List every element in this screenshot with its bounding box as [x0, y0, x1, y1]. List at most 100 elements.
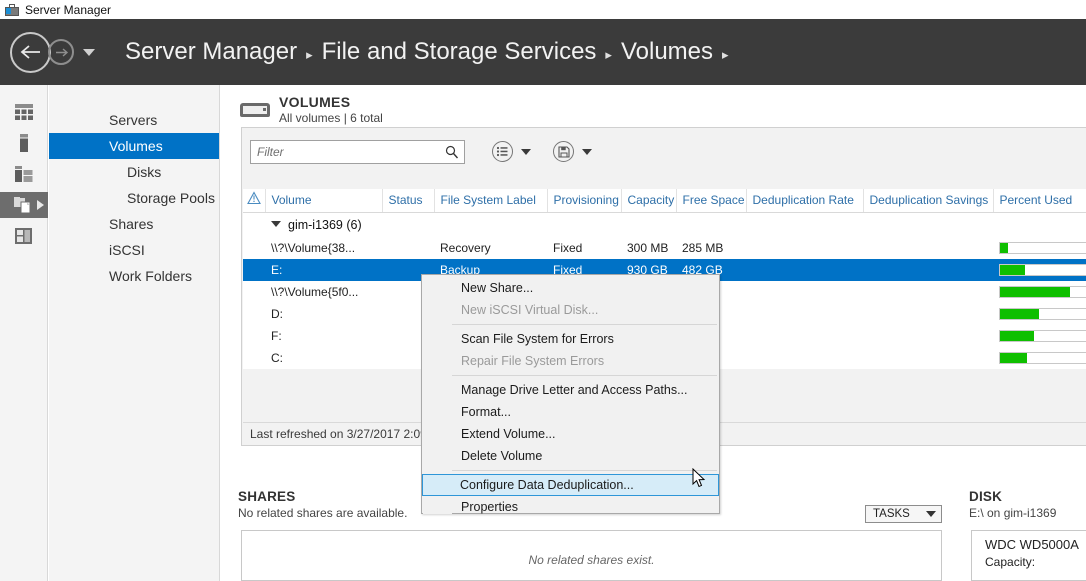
cell-volume: F:: [265, 325, 382, 347]
context-menu-item-new-share[interactable]: New Share...: [423, 277, 718, 299]
context-menu-item-manage-drive-letter-and-access-paths[interactable]: Manage Drive Letter and Access Paths...: [423, 379, 718, 401]
column-header-percent-used[interactable]: Percent Used: [993, 189, 1086, 213]
cell-deduplication-rate: [746, 281, 863, 303]
table-header-row: Volume Status File System Label Provisio…: [243, 189, 1086, 213]
cell-deduplication-rate: [746, 237, 863, 259]
rail-expand-arrow-icon[interactable]: [37, 200, 44, 210]
list-view-icon[interactable]: [492, 141, 513, 162]
cell-deduplication-savings: [863, 259, 993, 281]
local-server-icon[interactable]: [0, 130, 48, 156]
sidebar-item-storage-pools[interactable]: Storage Pools: [49, 185, 219, 211]
percent-used-bar: [999, 352, 1086, 364]
sidebar-item-work-folders[interactable]: Work Folders: [49, 263, 219, 289]
disk-section-header: DISK E:\ on gim-i1369: [969, 489, 1056, 520]
context-menu-item-scan-file-system-for-errors[interactable]: Scan File System for Errors: [423, 328, 718, 350]
table-group-row[interactable]: gim-i1369 (6): [243, 213, 1086, 237]
cell-volume: C:: [265, 347, 382, 369]
context-menu-item-properties[interactable]: Properties: [423, 496, 718, 518]
expanded-caret-icon[interactable]: [271, 221, 281, 227]
breadcrumb-separator-icon: ▸: [605, 47, 612, 63]
shares-empty-panel: No related shares exist.: [241, 530, 942, 581]
iis-icon[interactable]: [0, 223, 48, 249]
sidebar-item-label: Shares: [109, 216, 153, 232]
context-menu-item-format[interactable]: Format...: [423, 401, 718, 423]
cell-deduplication-savings: [863, 347, 993, 369]
breadcrumb-item-file-and-storage-services[interactable]: File and Storage Services: [322, 38, 597, 66]
column-header-free-space[interactable]: Free Space: [676, 189, 746, 213]
context-menu-item-extend-volume[interactable]: Extend Volume...: [423, 423, 718, 445]
disk-subtitle: E:\ on gim-i1369: [969, 506, 1056, 520]
shares-subtitle: No related shares are available.: [238, 506, 407, 520]
app-header: Server Manager ▸ File and Storage Servic…: [0, 19, 1086, 85]
sidebar-item-volumes[interactable]: Volumes: [49, 133, 219, 159]
column-header-capacity[interactable]: Capacity: [621, 189, 676, 213]
context-menu-separator: [452, 470, 717, 471]
column-header-file-system-label[interactable]: File System Label: [434, 189, 547, 213]
cell-percent-used: [993, 237, 1086, 259]
save-query-group: [553, 141, 592, 162]
search-icon[interactable]: [445, 145, 459, 160]
save-query-icon[interactable]: [553, 141, 574, 162]
cell-percent-used: [993, 303, 1086, 325]
context-menu-separator: [452, 375, 717, 376]
cell-volume: \\?\Volume{5f0...: [265, 281, 382, 303]
chevron-down-icon[interactable]: [83, 49, 95, 56]
column-header-provisioning[interactable]: Provisioning: [547, 189, 621, 213]
column-header-deduplication-rate[interactable]: Deduplication Rate: [746, 189, 863, 213]
context-menu-item-configure-data-deduplication[interactable]: Configure Data Deduplication...: [422, 474, 719, 496]
sidebar-item-servers[interactable]: Servers: [49, 107, 219, 133]
sidebar-item-label: Disks: [127, 164, 161, 180]
table-row[interactable]: \\?\Volume{38... Recovery Fixed 300 MB 2…: [243, 237, 1086, 259]
dashboard-icon[interactable]: [0, 99, 48, 125]
disk-capacity-label: Capacity:: [985, 555, 1086, 569]
sidebar-item-disks[interactable]: Disks: [49, 159, 219, 185]
column-header-warning[interactable]: [243, 189, 265, 213]
volume-context-menu: New Share... New iSCSI Virtual Disk... S…: [421, 274, 720, 514]
window-title: Server Manager: [25, 3, 111, 17]
file-and-storage-services-icon[interactable]: [0, 192, 48, 218]
cell-capacity: 300 MB: [621, 237, 676, 259]
warning-icon: [247, 191, 261, 205]
sidebar-item-label: Work Folders: [109, 268, 192, 284]
cell-status: [382, 237, 434, 259]
tasks-label: TASKS: [873, 508, 910, 520]
shares-empty-message: No related shares exist.: [528, 553, 654, 567]
volumes-icon: [240, 99, 270, 120]
forward-arrow-icon[interactable]: [48, 39, 74, 65]
column-header-status[interactable]: Status: [382, 189, 434, 213]
breadcrumb-item-server-manager[interactable]: Server Manager: [125, 38, 297, 66]
search-placeholder: Filter: [257, 145, 284, 159]
cell-percent-used: [993, 281, 1086, 303]
back-arrow-icon[interactable]: [10, 32, 51, 73]
cell-deduplication-rate: [746, 303, 863, 325]
icon-rail: [0, 85, 48, 581]
disk-title: DISK: [969, 489, 1056, 504]
shares-tasks-button[interactable]: TASKS: [865, 505, 942, 523]
shares-title: SHARES: [238, 489, 407, 504]
breadcrumb-item-volumes[interactable]: Volumes: [621, 38, 713, 66]
column-header-volume[interactable]: Volume: [265, 189, 382, 213]
chevron-down-icon[interactable]: [582, 149, 592, 155]
cell-volume: E:: [265, 259, 382, 281]
sidebar-item-label: Storage Pools: [127, 190, 215, 206]
cell-deduplication-rate: [746, 325, 863, 347]
context-menu-item-delete-volume[interactable]: Delete Volume: [423, 445, 718, 467]
cell-free-space: 285 MB: [676, 237, 746, 259]
column-header-deduplication-savings[interactable]: Deduplication Savings: [863, 189, 993, 213]
sidebar-item-label: Servers: [109, 112, 157, 128]
cell-percent-used: [993, 325, 1086, 347]
all-servers-icon[interactable]: [0, 161, 48, 187]
context-menu-item-new-iscsi-virtual-disk: New iSCSI Virtual Disk...: [423, 299, 718, 321]
breadcrumb: Server Manager ▸ File and Storage Servic…: [125, 38, 738, 66]
cell-percent-used: [993, 259, 1086, 281]
cell-deduplication-savings: [863, 303, 993, 325]
search-input[interactable]: Filter: [250, 140, 465, 164]
server-manager-icon: [5, 3, 19, 17]
cell-volume: D:: [265, 303, 382, 325]
sidebar-item-iscsi[interactable]: iSCSI: [49, 237, 219, 263]
cell-deduplication-savings: [863, 325, 993, 347]
chevron-down-icon[interactable]: [521, 149, 531, 155]
sidebar-item-shares[interactable]: Shares: [49, 211, 219, 237]
percent-used-bar: [999, 264, 1086, 276]
volumes-section-header: VOLUMES All volumes | 6 total: [221, 85, 1086, 126]
